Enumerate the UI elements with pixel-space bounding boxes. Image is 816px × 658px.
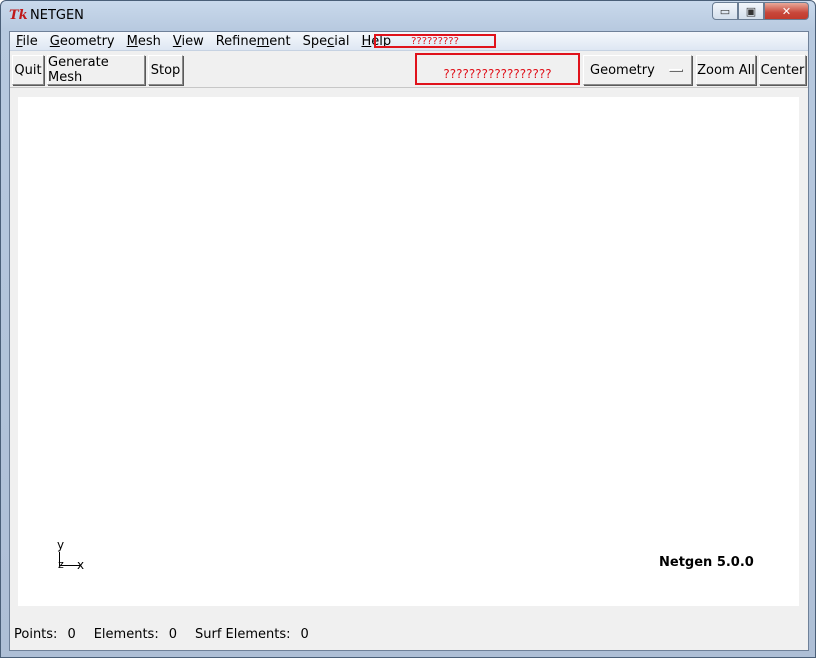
dropdown-indicator-icon [669,69,683,72]
toolbar: Quit Generate Mesh Stop ????????????????… [10,52,808,88]
elements-label: Elements: [93,626,159,642]
menu-geometry[interactable]: Geometry [44,32,121,51]
maximize-button[interactable]: ▣ [738,2,764,20]
title-bar[interactable]: Tk NETGEN ▭ ▣ ✕ [1,1,815,31]
version-label: Netgen 5.0.0 [659,555,754,570]
status-elements: Elements: 0 [94,627,177,642]
menu-view[interactable]: View [167,32,210,51]
menu-special[interactable]: Special [297,32,356,51]
center-button[interactable]: Center [759,55,806,85]
menu-mesh[interactable]: Mesh [121,32,167,51]
client-area: File Geometry Mesh View Refinement Speci… [9,31,809,651]
status-bar: Points: 0 Elements: 0 Surf Elements: 0 [10,622,808,646]
tk-app-icon: Tk [9,8,28,23]
points-value: 0 [67,626,76,642]
axis-y-label: y [57,538,65,552]
axis-z-label: z [58,558,64,571]
zoom-all-button[interactable]: Zoom All [696,55,756,85]
menubar-annotation-box: ????????? [374,34,496,48]
stop-button[interactable]: Stop [148,55,183,85]
menu-refinement[interactable]: Refinement [210,32,297,51]
minimize-button[interactable]: ▭ [712,2,738,20]
surf-elements-label: Surf Elements: [194,626,291,642]
menubar: File Geometry Mesh View Refinement Speci… [10,32,808,51]
points-label: Points: [14,626,58,642]
view-mode-value: Geometry [590,62,655,78]
gl-viewport[interactable]: y z x Netgen 5.0.0 [18,97,799,606]
caption-buttons: ▭ ▣ ✕ [712,2,809,20]
toolbar-annotation-box: ????????????????? [415,53,580,85]
status-points: Points: 0 [14,627,76,642]
quit-button[interactable]: Quit [12,55,44,85]
status-surf-elements: Surf Elements: 0 [195,627,309,642]
maximize-icon: ▣ [745,4,757,18]
app-window: Tk NETGEN ▭ ▣ ✕ File Geometry Mesh View … [0,0,816,658]
generate-mesh-button[interactable]: Generate Mesh [47,55,145,85]
window-title: NETGEN [30,8,84,23]
menu-file[interactable]: File [10,32,44,51]
surf-elements-value: 0 [300,626,309,642]
elements-value: 0 [168,626,177,642]
axis-x-label: x [77,558,85,572]
close-button[interactable]: ✕ [764,2,809,20]
close-icon: ✕ [781,4,792,18]
view-mode-select[interactable]: Geometry [583,55,692,85]
minimize-icon: ▭ [719,4,731,18]
